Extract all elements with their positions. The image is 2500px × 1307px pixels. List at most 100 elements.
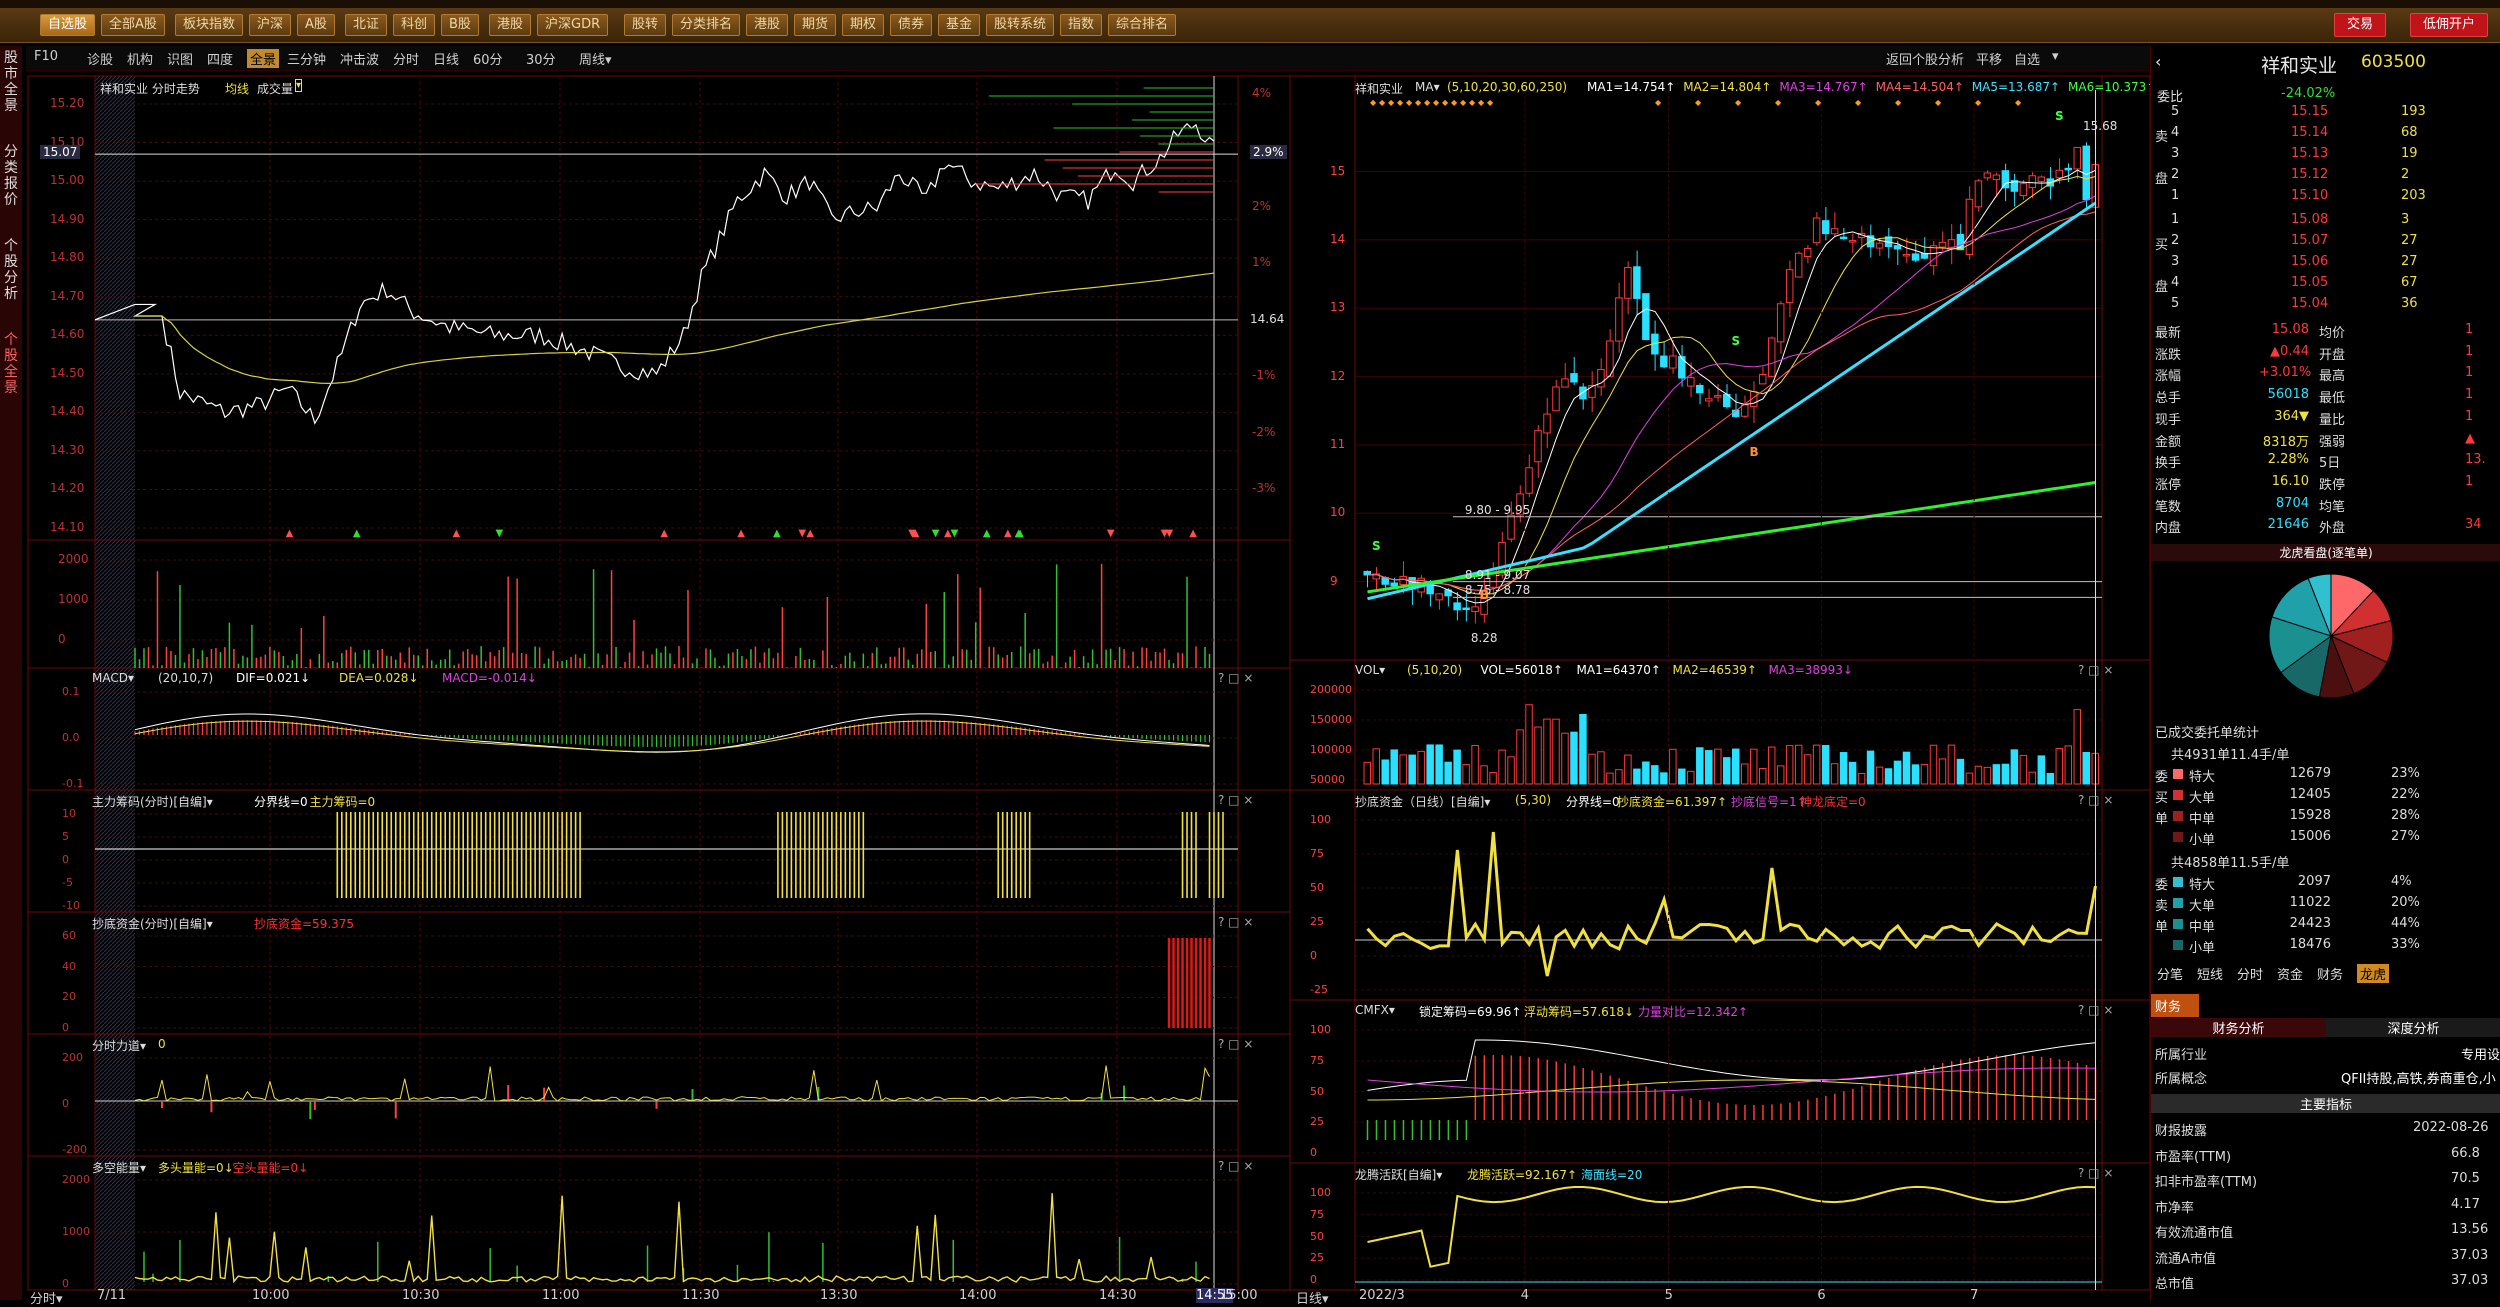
k-axis-label: 100 xyxy=(1310,1023,1331,1036)
volume-bar xyxy=(1417,750,1425,785)
buy-side-label: 委 xyxy=(2155,770,2169,785)
k-indicator-value: 力量对比=12.342↑ xyxy=(1638,1005,1749,1019)
volume-bar xyxy=(1794,744,1803,785)
k-indicator-title[interactable]: CMFX▾ xyxy=(1355,1003,1395,1017)
volume-bar xyxy=(1920,763,1929,785)
indicator-title[interactable]: 抄底资金(分时)[自编]▾ xyxy=(92,915,213,932)
indicator-title[interactable]: 主力筹码(分时)[自编]▾ xyxy=(92,793,213,810)
k-indicator-title[interactable]: VOL▾ xyxy=(1355,663,1385,677)
volume-bar xyxy=(1615,769,1623,785)
weibi-value: -24.02% xyxy=(2281,86,2336,101)
order-size-label: 小单 xyxy=(2189,941,2216,956)
candle-body xyxy=(1588,385,1596,398)
period-dropdown[interactable]: 分时▾ xyxy=(30,1288,63,1307)
stat-value: 8318万 xyxy=(2262,434,2309,450)
panel-controls[interactable]: ? □ × xyxy=(1218,671,1253,685)
candle-body xyxy=(1714,395,1722,398)
diamond-marker: ◆ xyxy=(2015,98,2022,107)
stat-value: 1 xyxy=(2465,343,2474,359)
bid-price: 15.07 xyxy=(2291,233,2329,248)
volume-bar xyxy=(1830,763,1839,785)
ask-level: 5 xyxy=(2171,104,2180,119)
k-indicator-title[interactable]: 龙腾活跃[自编]▾ xyxy=(1355,1166,1442,1183)
price-axis-label: 14.50 xyxy=(50,365,85,380)
volume-bar xyxy=(1965,772,1974,785)
volume-bar xyxy=(2028,771,2037,785)
candle-body xyxy=(1821,220,1830,235)
volume-bar xyxy=(1740,763,1749,785)
open-account-button[interactable]: 低佣开户 xyxy=(2410,13,2489,37)
back-icon[interactable]: ‹ xyxy=(2155,52,2161,71)
candle-body xyxy=(1911,253,1920,261)
quote-tab[interactable]: 短线 xyxy=(2197,964,2223,983)
trade-button[interactable]: 交易 xyxy=(2334,13,2387,37)
indicator-title[interactable]: MACD▾ xyxy=(92,671,134,685)
bid-side-label: 买 xyxy=(2155,238,2169,253)
indicator-title[interactable]: 多空能量▾ xyxy=(92,1159,146,1176)
stat-value: 364▼ xyxy=(2274,408,2309,424)
avg-label: 均线 xyxy=(225,82,250,96)
panel-controls[interactable]: ? □ × xyxy=(2078,1003,2113,1017)
quote-tab[interactable]: 龙虎 xyxy=(2357,964,2390,983)
candle-body xyxy=(1974,180,1983,208)
finance-tab[interactable]: 财务分析 xyxy=(2151,1018,2326,1037)
candle-body xyxy=(1615,297,1623,342)
sell-signal-s: S xyxy=(2055,108,2064,123)
ma-value: MA6=10.373↑ xyxy=(2068,80,2157,94)
index-label: 总市值 xyxy=(2155,1277,2195,1292)
volume-bar xyxy=(1597,751,1605,785)
volume-bar xyxy=(1776,765,1785,785)
panel-controls[interactable]: ? □ × xyxy=(2078,1166,2113,1180)
k-indicator-title[interactable]: 抄底资金（日线）[自编]▾ xyxy=(1355,793,1490,810)
volume-bar xyxy=(1821,744,1830,785)
index-label: 市净率 xyxy=(2155,1200,2195,1216)
signal-marker: ▼ xyxy=(495,528,504,539)
index-value: 37.03 xyxy=(2451,1247,2489,1263)
quote-tab[interactable]: 分笔 xyxy=(2157,964,2183,983)
dropdown-icon[interactable]: ▾ xyxy=(295,79,303,92)
panel-controls[interactable]: ? □ × xyxy=(2078,663,2113,677)
panel-controls[interactable]: ? □ × xyxy=(1218,915,1253,929)
finance-tab[interactable]: 深度分析 xyxy=(2326,1018,2500,1037)
panel-controls[interactable]: ? □ × xyxy=(1218,1159,1253,1173)
k-axis-label: 100000 xyxy=(1310,743,1352,756)
volume-bar xyxy=(1974,765,1983,785)
panel-controls[interactable]: ? □ × xyxy=(1218,793,1253,807)
stat-label: 最低 xyxy=(2319,391,2346,407)
volume-bar xyxy=(1884,768,1893,785)
quote-tab[interactable]: 资金 xyxy=(2277,964,2303,983)
stock-name: 祥和实业 xyxy=(2261,55,2338,77)
k-axis-label: 50 xyxy=(1310,1084,1324,1098)
cursor-pct-label: 2.9% xyxy=(1250,145,1287,160)
volume-bar xyxy=(1893,760,1902,785)
ma-label[interactable]: MA▾ xyxy=(1415,80,1440,94)
period-dropdown[interactable]: 日线▾ xyxy=(1296,1288,1329,1307)
panel-controls[interactable]: ? □ × xyxy=(1218,1037,1253,1051)
diamond-marker: ◆ xyxy=(1397,98,1404,107)
volume-bar xyxy=(1525,704,1533,785)
signal-marker: ▲ xyxy=(1004,528,1012,539)
volume-bar xyxy=(2046,772,2055,785)
signal-marker: ▼ xyxy=(950,528,959,539)
indicator-title[interactable]: 分时力道▾ xyxy=(92,1037,146,1054)
price-axis-label: 15.20 xyxy=(50,96,85,110)
volume-bar xyxy=(1803,754,1812,785)
panel-controls[interactable]: ? □ × xyxy=(2078,793,2113,807)
k-axis-label: 50000 xyxy=(1310,773,1345,786)
finance-header[interactable]: 财务 xyxy=(2151,994,2199,1017)
volume-bar xyxy=(1372,748,1380,785)
volume-bar xyxy=(2019,754,2028,785)
time-axis-label: 11:30 xyxy=(682,1288,720,1303)
candle-body xyxy=(1552,386,1560,412)
order-size-label: 中单 xyxy=(2189,812,2216,827)
k-indicator-value: 浮动筹码=57.618↓ xyxy=(1524,1005,1635,1019)
volume-bar xyxy=(1696,747,1704,785)
quote-tab[interactable]: 财务 xyxy=(2317,964,2343,983)
candle-body xyxy=(1435,593,1443,601)
indicator-axis-label: -0.1 xyxy=(62,777,84,790)
volume-bar xyxy=(2064,745,2073,785)
quote-tab[interactable]: 分时 xyxy=(2237,964,2263,983)
candle-body xyxy=(1830,228,1839,235)
candle-body xyxy=(1678,356,1686,379)
candle-body xyxy=(1624,267,1632,299)
